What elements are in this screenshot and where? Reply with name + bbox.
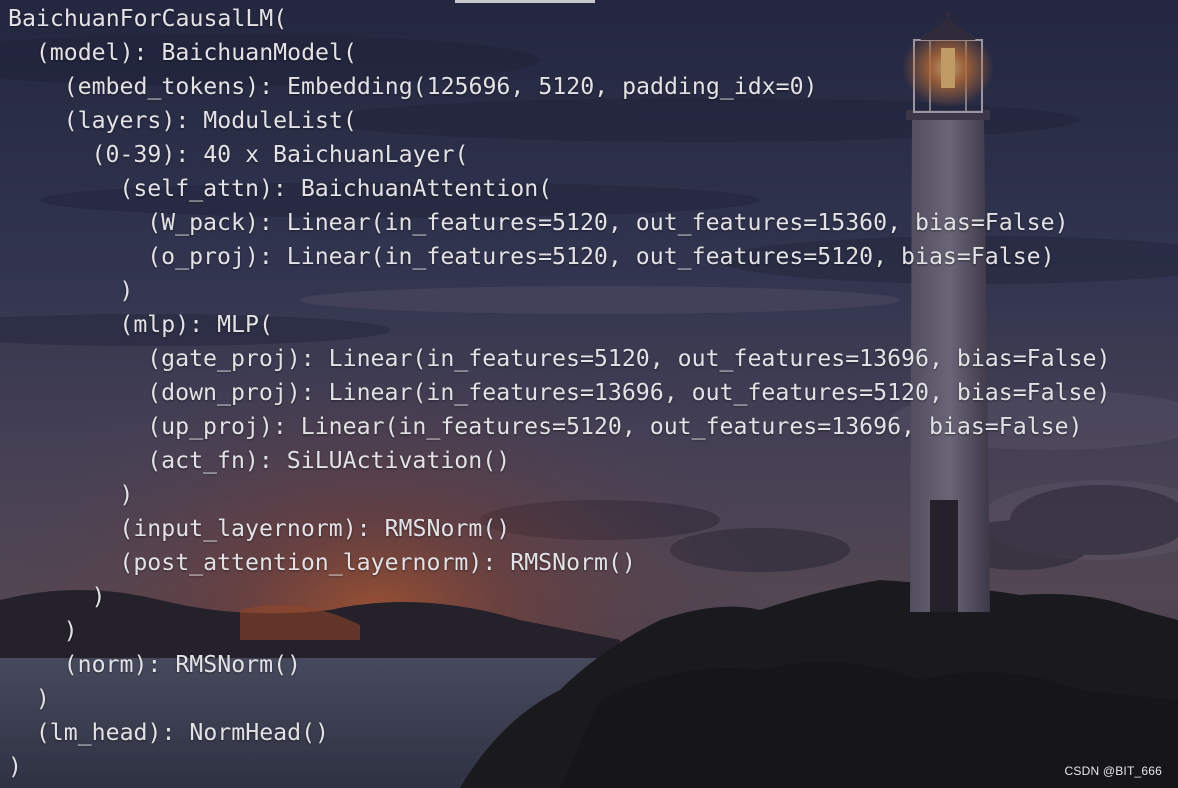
terminal-line: (layers): ModuleList(: [63, 107, 357, 134]
terminal-line: (mlp): MLP(: [119, 311, 273, 338]
terminal-line: (0-39): 40 x BaichuanLayer(: [91, 141, 469, 168]
terminal-line: BaichuanForCausalLM(: [8, 5, 288, 32]
terminal-line: ): [63, 617, 78, 644]
terminal-line: (norm): RMSNorm(): [63, 651, 301, 678]
terminal-line: (model): BaichuanModel(: [35, 39, 357, 66]
terminal-line: (down_proj): Linear(in_features=13696, o…: [147, 379, 1111, 406]
terminal-line: (post_attention_layernorm): RMSNorm(): [119, 549, 636, 576]
watermark-text: CSDN @BIT_666: [1064, 764, 1162, 778]
terminal-line: (embed_tokens): Embedding(125696, 5120, …: [63, 73, 818, 100]
terminal-line: ): [8, 753, 22, 780]
terminal-line: ): [91, 583, 106, 610]
terminal-line: (lm_head): NormHead(): [35, 719, 329, 746]
terminal-line: (gate_proj): Linear(in_features=5120, ou…: [147, 345, 1111, 372]
terminal-line: ): [35, 685, 50, 712]
terminal-line: (o_proj): Linear(in_features=5120, out_f…: [147, 243, 1055, 270]
terminal-line: (W_pack): Linear(in_features=5120, out_f…: [147, 209, 1069, 236]
terminal-line: (self_attn): BaichuanAttention(: [119, 175, 553, 202]
terminal-line: ): [119, 481, 134, 508]
terminal-line: (act_fn): SiLUActivation(): [147, 447, 511, 474]
terminal-output: BaichuanForCausalLM( (model): BaichuanMod…: [8, 2, 1110, 784]
terminal-line: (input_layernorm): RMSNorm(): [119, 515, 511, 542]
terminal-line: ): [119, 277, 134, 304]
terminal-line: (up_proj): Linear(in_features=5120, out_…: [147, 413, 1083, 440]
